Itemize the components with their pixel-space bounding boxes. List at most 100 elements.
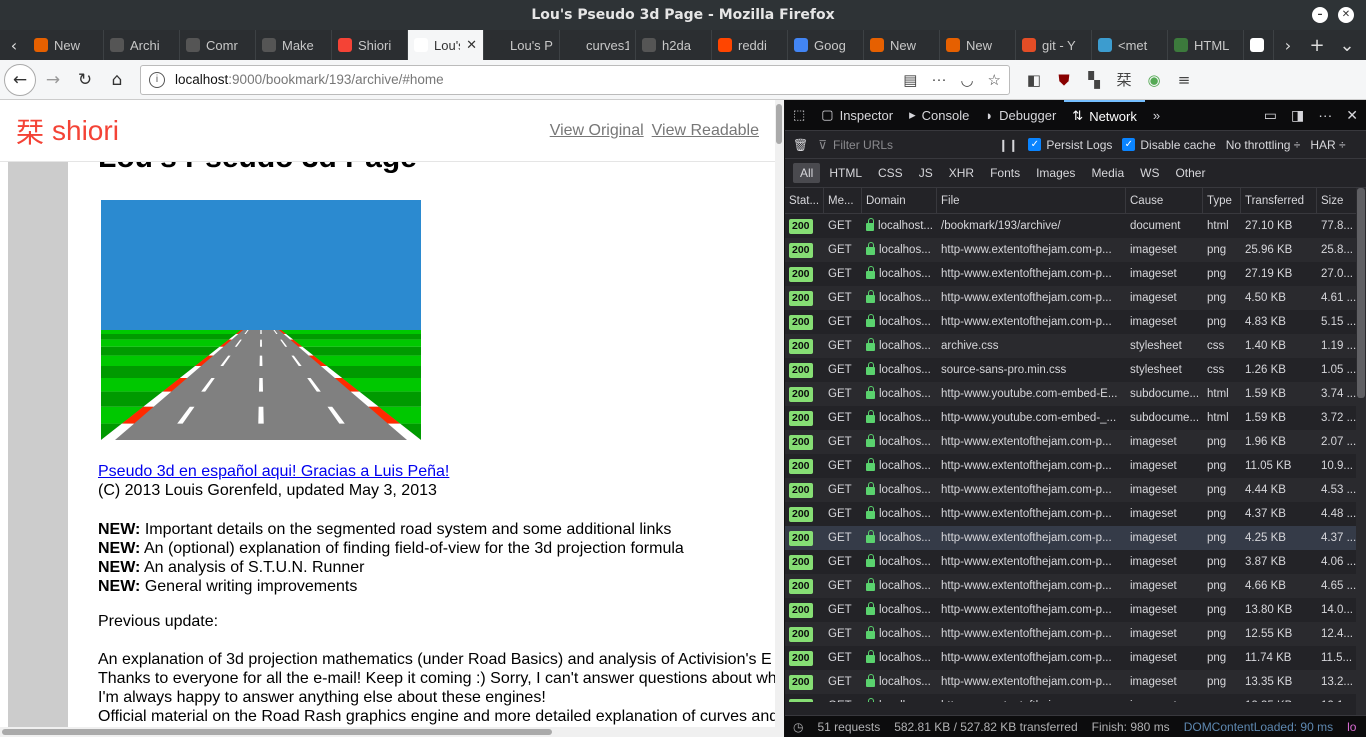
js-extension-icon[interactable]: ◉ xyxy=(1140,66,1168,94)
har-menu[interactable]: HAR ÷ xyxy=(1310,138,1345,152)
type-filter-css[interactable]: CSS xyxy=(871,163,910,183)
browser-tab[interactable]: git - Y xyxy=(1016,30,1092,60)
more-tools-icon[interactable]: » xyxy=(1145,100,1168,131)
request-row[interactable]: 200 GET localhos... http-www.extentofthejam… xyxy=(785,430,1366,454)
tab-list-icon[interactable]: ⌄ xyxy=(1332,30,1362,60)
close-tab-icon[interactable]: ✕ xyxy=(466,38,477,53)
pause-icon[interactable]: ❙❙ xyxy=(998,138,1018,152)
browser-tab[interactable] xyxy=(1244,30,1274,60)
tab-scroll-right-icon[interactable]: › xyxy=(1274,30,1302,60)
type-filter-other[interactable]: Other xyxy=(1168,163,1212,183)
forward-button[interactable]: → xyxy=(38,65,68,95)
browser-tab[interactable]: reddi xyxy=(712,30,788,60)
browser-tab[interactable]: New xyxy=(28,30,104,60)
request-row[interactable]: 200 GET localhost... /bookmark/193/archive/… xyxy=(785,214,1366,238)
request-row[interactable]: 200 GET localhos... http-www.extentofthejam… xyxy=(785,478,1366,502)
request-row[interactable]: 200 GET localhos... http-www.extentofthejam… xyxy=(785,550,1366,574)
browser-tab[interactable]: New xyxy=(864,30,940,60)
column-header[interactable]: Me... xyxy=(824,188,862,213)
close-window-icon[interactable]: ✕ xyxy=(1338,7,1354,23)
request-row[interactable]: 200 GET localhos... http-www.extentofthejam… xyxy=(785,526,1366,550)
browser-tab[interactable]: Make xyxy=(256,30,332,60)
view-original-link[interactable]: View Original xyxy=(550,122,644,140)
sidebar-icon[interactable]: ◧ xyxy=(1020,66,1048,94)
column-header[interactable]: Stat... xyxy=(785,188,824,213)
type-filter-fonts[interactable]: Fonts xyxy=(983,163,1027,183)
page-actions-icon[interactable]: ··· xyxy=(931,71,946,89)
back-button[interactable]: ← xyxy=(4,63,36,96)
dock-side-icon[interactable]: ◨ xyxy=(1291,107,1304,124)
devtools-scrollbar[interactable] xyxy=(1356,188,1366,715)
browser-tab[interactable]: Comr xyxy=(180,30,256,60)
ublock-icon[interactable]: ⛊ xyxy=(1050,66,1078,94)
bookmark-star-icon[interactable]: ☆ xyxy=(988,71,1001,89)
disable-cache-checkbox[interactable]: ✓ Disable cache xyxy=(1122,138,1216,152)
split-console-icon[interactable]: ▭ xyxy=(1264,107,1277,124)
page-horizontal-scrollbar[interactable] xyxy=(0,727,775,737)
request-row[interactable]: 200 GET localhos... http-www.extentofthejam… xyxy=(785,622,1366,646)
url-bar[interactable]: i localhost:9000/bookmark/193/archive/#h… xyxy=(140,64,1010,95)
browser-tab[interactable]: h2da xyxy=(636,30,712,60)
request-row[interactable]: 200 GET localhos... http-www.youtube.com-em… xyxy=(785,382,1366,406)
request-row[interactable]: 200 GET localhos... http-www.extentofthejam… xyxy=(785,646,1366,670)
request-row[interactable]: 200 GET localhos... http-www.extentofthejam… xyxy=(785,670,1366,694)
column-header[interactable]: Size xyxy=(1317,188,1357,213)
devtools-menu-icon[interactable]: ··· xyxy=(1318,107,1332,124)
browser-tab[interactable]: Goog xyxy=(788,30,864,60)
request-row[interactable]: 200 GET localhos... http-www.extentofthejam… xyxy=(785,286,1366,310)
type-filter-images[interactable]: Images xyxy=(1029,163,1082,183)
browser-tab[interactable]: Shiori xyxy=(332,30,408,60)
page-vertical-scroll-thumb[interactable] xyxy=(776,104,782,144)
filter-urls-input[interactable]: ⊽ Filter URLs xyxy=(818,138,988,152)
site-info-icon[interactable]: i xyxy=(149,71,165,88)
browser-tab[interactable]: curves1.j xyxy=(560,30,636,60)
browser-tab[interactable]: Lou's P ✕ xyxy=(408,30,484,60)
extension-grid-icon[interactable]: ▚ xyxy=(1080,66,1108,94)
request-row[interactable]: 200 GET localhos... archive.css stylesheet cs… xyxy=(785,334,1366,358)
shiori-logo[interactable]: 栞 shiori xyxy=(16,111,119,151)
reload-button[interactable]: ↻ xyxy=(70,65,100,95)
browser-tab[interactable]: Archi xyxy=(104,30,180,60)
new-tab-icon[interactable]: + xyxy=(1302,30,1332,60)
column-header[interactable]: Cause xyxy=(1126,188,1203,213)
type-filter-media[interactable]: Media xyxy=(1084,163,1131,183)
reader-view-icon[interactable]: ▤ xyxy=(903,71,917,89)
type-filter-all[interactable]: All xyxy=(793,163,821,183)
minimize-icon[interactable]: – xyxy=(1312,7,1328,23)
type-filter-js[interactable]: JS xyxy=(912,163,940,183)
tab-debugger[interactable]: ◗ Debugger xyxy=(977,100,1064,131)
request-row[interactable]: 200 GET localhos... http-www.extentofthejam… xyxy=(785,454,1366,478)
element-picker-icon[interactable]: ⬚ xyxy=(785,100,813,131)
view-readable-link[interactable]: View Readable xyxy=(652,122,759,140)
home-button[interactable]: ⌂ xyxy=(102,65,132,95)
request-row[interactable]: 200 GET localhos... source-sans-pro.min.css… xyxy=(785,358,1366,382)
tab-inspector[interactable]: ▢ Inspector xyxy=(813,100,901,131)
pocket-icon[interactable]: ◡ xyxy=(960,71,973,89)
tab-network[interactable]: ⇅ Network xyxy=(1064,99,1145,131)
request-row[interactable]: 200 GET localhos... http-www.extentofthejam… xyxy=(785,598,1366,622)
tab-scroll-left-icon[interactable]: ‹ xyxy=(0,30,28,60)
request-row[interactable]: 200 GET localhos... http-www.extentofthejam… xyxy=(785,502,1366,526)
type-filter-xhr[interactable]: XHR xyxy=(942,163,981,183)
browser-tab[interactable]: HTML xyxy=(1168,30,1244,60)
shiori-extension-icon[interactable]: 栞 xyxy=(1110,66,1138,94)
request-row[interactable]: 200 GET localhos... http-www.extentofthejam… xyxy=(785,310,1366,334)
column-header[interactable]: Transferred xyxy=(1241,188,1317,213)
menu-icon[interactable]: ≡ xyxy=(1170,66,1198,94)
column-header[interactable]: File xyxy=(937,188,1126,213)
column-header[interactable]: Type xyxy=(1203,188,1241,213)
persist-logs-checkbox[interactable]: ✓ Persist Logs xyxy=(1028,138,1112,152)
devtools-scroll-thumb[interactable] xyxy=(1357,188,1365,398)
browser-tab[interactable]: New xyxy=(940,30,1016,60)
request-row[interactable]: 200 GET localhos... http-www.extentofthejam… xyxy=(785,238,1366,262)
throttling-select[interactable]: No throttling ÷ xyxy=(1226,138,1301,152)
page-horizontal-scroll-thumb[interactable] xyxy=(2,729,552,735)
clear-requests-icon[interactable]: 🗑 xyxy=(793,138,808,152)
request-row[interactable]: 200 GET localhos... http-www.extentofthejam… xyxy=(785,262,1366,286)
request-row[interactable]: 200 GET localhos... http-www.extentofthejam… xyxy=(785,574,1366,598)
spanish-version-link[interactable]: Pseudo 3d en español aqui! Gracias a Lui… xyxy=(98,463,449,480)
browser-tab[interactable]: <met xyxy=(1092,30,1168,60)
tab-console[interactable]: ▸ Console xyxy=(901,100,977,131)
page-vertical-scrollbar[interactable] xyxy=(775,100,784,737)
close-devtools-icon[interactable]: ✕ xyxy=(1346,107,1358,124)
